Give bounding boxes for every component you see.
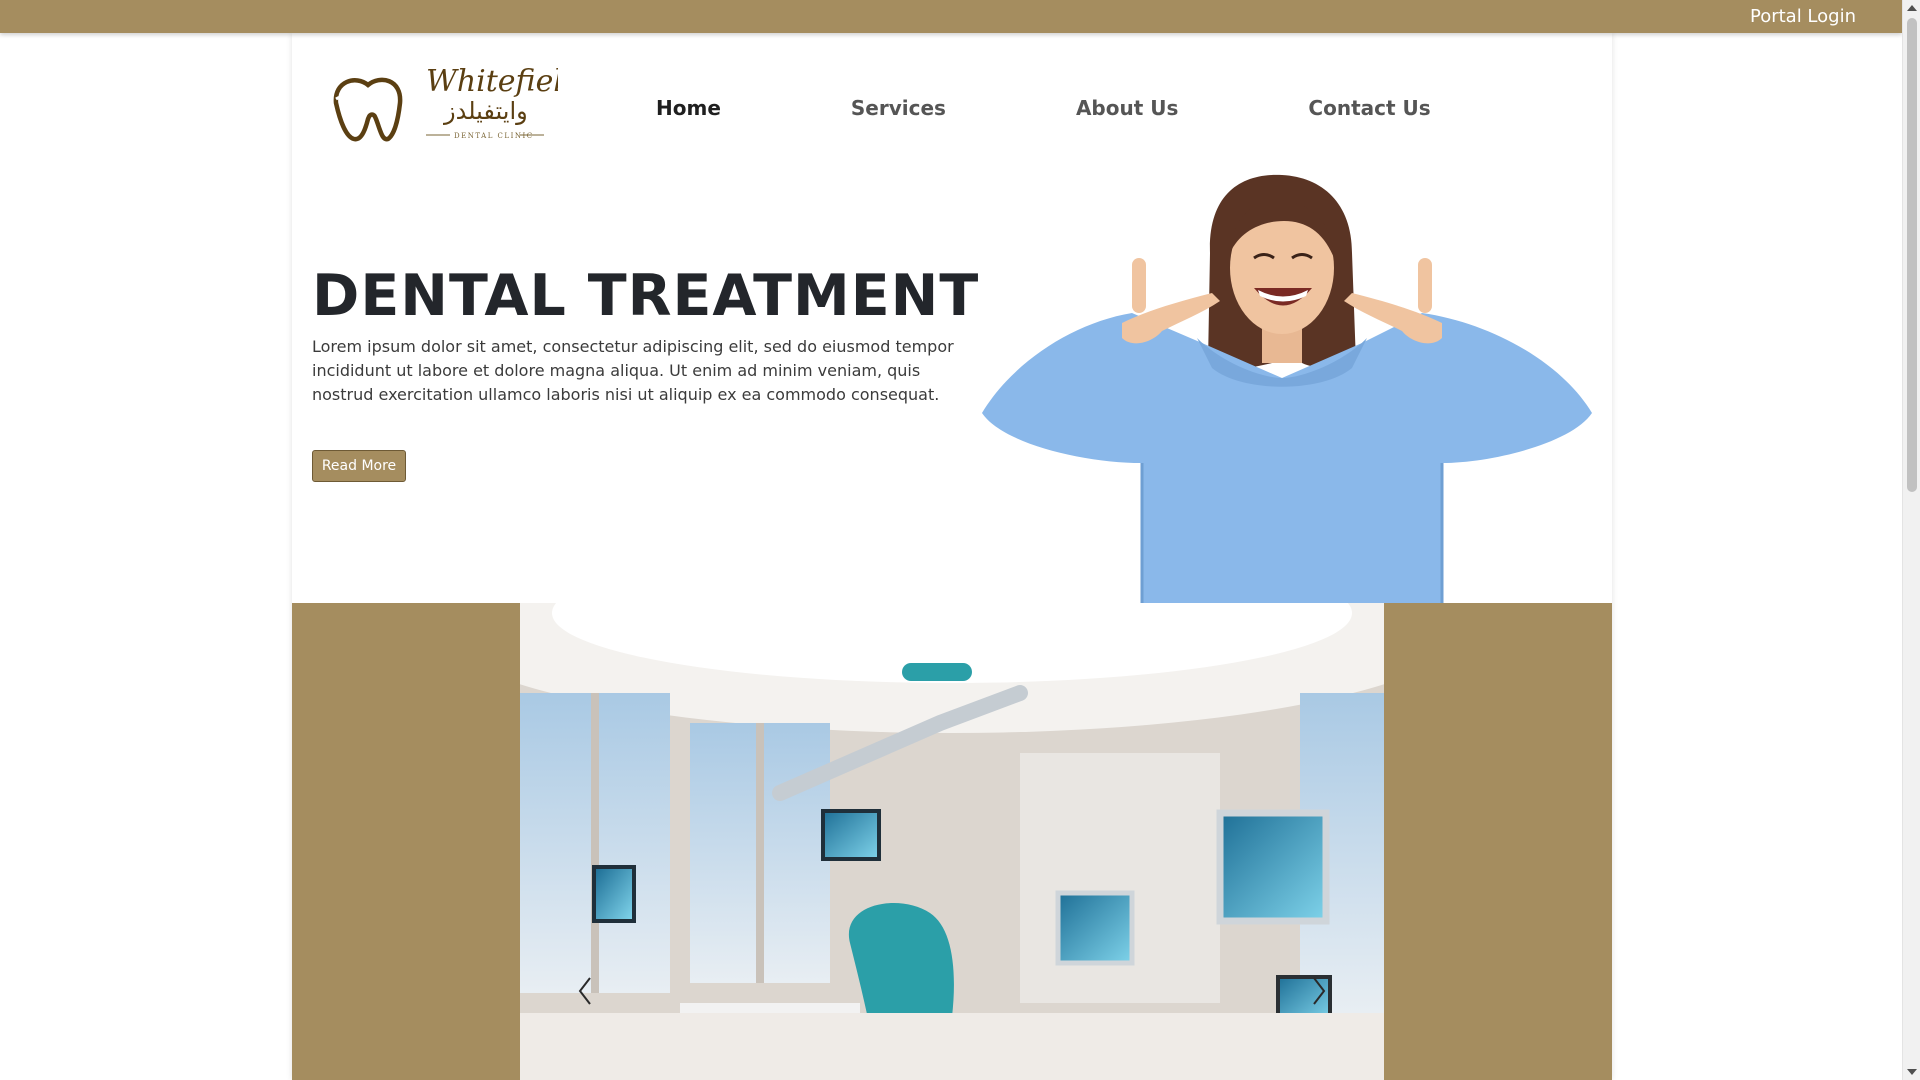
- svg-text:وايتفيلدز: وايتفيلدز: [443, 97, 528, 125]
- scroll-up-arrow-icon[interactable]: [1903, 0, 1920, 16]
- page-container: Whitefields وايتفيلدز DENTAL CLINIC Home…: [292, 33, 1612, 1080]
- scrollbar-thumb[interactable]: [1907, 18, 1917, 492]
- chevron-left-icon: [578, 976, 592, 1011]
- svg-text:Whitefields: Whitefields: [426, 64, 558, 99]
- hero-description: Lorem ipsum dolor sit amet, consectetur …: [312, 337, 954, 404]
- scroll-down-arrow-icon[interactable]: [1903, 1064, 1920, 1080]
- carousel-prev-arrow[interactable]: [570, 973, 600, 1013]
- portal-login-link[interactable]: Portal Login: [1750, 6, 1856, 27]
- carousel-next-arrow[interactable]: [1304, 973, 1334, 1013]
- smiling-woman-photo: [972, 163, 1602, 603]
- nav-home[interactable]: Home: [656, 96, 721, 120]
- nav-about-us[interactable]: About Us: [1076, 96, 1178, 120]
- image-carousel: [292, 603, 1612, 1080]
- chevron-right-icon: [1312, 976, 1326, 1011]
- clinic-logo[interactable]: Whitefields وايتفيلدز DENTAL CLINIC: [328, 63, 598, 145]
- nav-services[interactable]: Services: [851, 96, 946, 120]
- read-more-button[interactable]: Read More: [312, 450, 406, 482]
- vertical-scrollbar[interactable]: [1902, 0, 1920, 1080]
- svg-text:DENTAL CLINIC: DENTAL CLINIC: [454, 132, 534, 140]
- main-navigation: Home Services About Us Contact Us: [656, 93, 1431, 123]
- hero-title: DENTAL TREATMENT: [312, 263, 980, 329]
- nav-contact-us[interactable]: Contact Us: [1308, 96, 1430, 120]
- dental-clinic-room-photo: [520, 603, 1384, 1080]
- top-bar: Portal Login: [0, 0, 1902, 33]
